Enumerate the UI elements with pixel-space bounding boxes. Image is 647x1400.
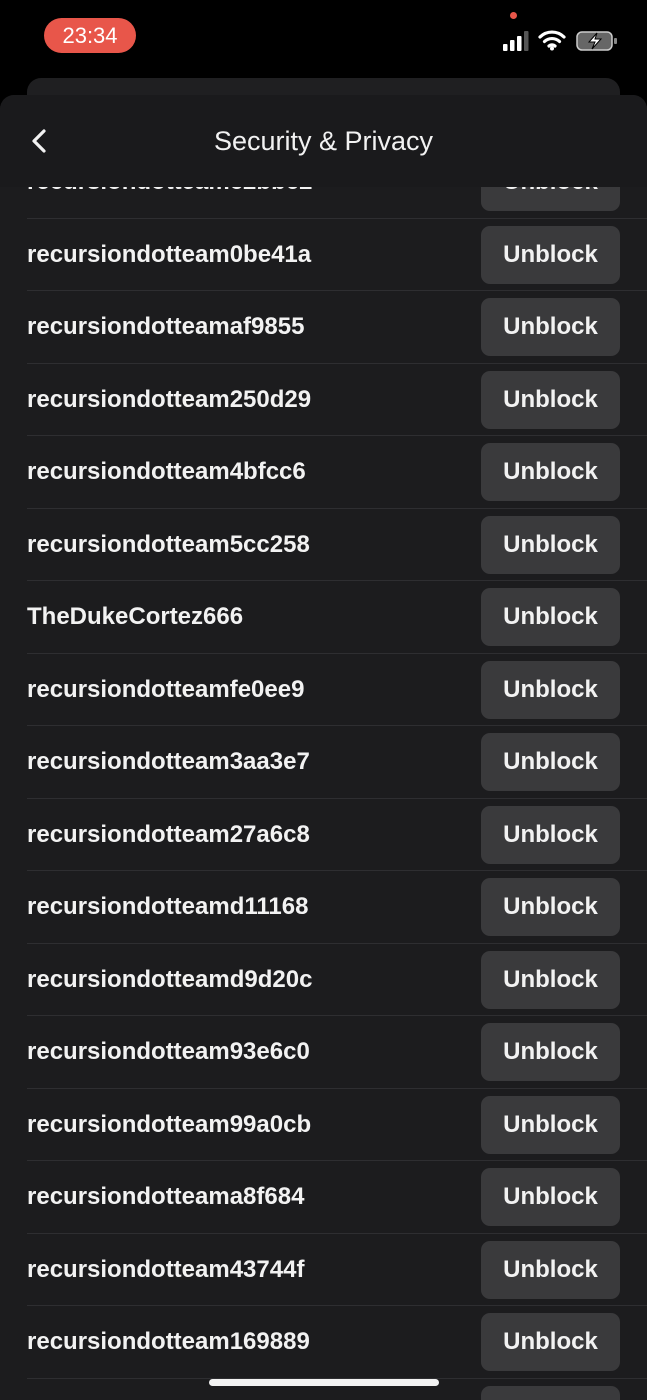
unblock-button[interactable]: Unblock [481, 225, 620, 284]
unblock-button[interactable]: Unblock [481, 805, 620, 864]
status-bar: 23:34 [0, 0, 647, 80]
blocked-user-row: recursiondotteam0be41a Unblock [0, 219, 647, 291]
blocked-username: recursiondotteamaf9855 [27, 313, 305, 340]
blocked-user-row: recursiondotteam169889 Unblock [0, 1306, 647, 1379]
unblock-button[interactable]: Unblock [481, 1095, 620, 1154]
blocked-username: recursiondotteam5cc258 [27, 530, 310, 558]
battery-charging-icon [576, 31, 617, 51]
security-privacy-sheet: recursiondotteamc2bb62Unblockrecursiondo… [0, 95, 647, 1400]
unblock-button[interactable]: Unblock [481, 1385, 620, 1400]
unblock-button[interactable]: Unblock [481, 950, 620, 1009]
blocked-user-row: recursiondotteama8f684 Unblock [0, 1161, 647, 1234]
blocked-username: recursiondotteamd9d20c [27, 965, 313, 993]
blocked-username: recursiondotteam27a6c8 [27, 820, 310, 848]
blocked-username: recursiondotteam3aa3e7 [27, 748, 310, 775]
blocked-username: recursiondotteam43744f [27, 1255, 305, 1283]
unblock-button[interactable]: Unblock [481, 1023, 620, 1081]
blocked-username: recursiondotteam169889 [27, 1328, 310, 1355]
unblock-button[interactable]: Unblock [481, 588, 620, 646]
blocked-username: TheDukeCortez666 [27, 603, 244, 630]
blocked-username: recursiondotteam0be41a [27, 240, 312, 268]
blocked-username: recursiondotteam93e6c0 [27, 1038, 310, 1065]
blocked-user-row: recursiondotteamaf9855 Unblock [0, 291, 647, 364]
blocked-username: recursiondotteamd11168 [27, 893, 309, 920]
unblock-button[interactable]: Unblock [481, 370, 620, 429]
blocked-username: recursiondotteamfe0ee9 [27, 675, 305, 703]
page-title: Security & Privacy [213, 126, 434, 156]
unblock-button[interactable]: Unblock [481, 878, 620, 936]
home-indicator[interactable] [209, 1379, 439, 1386]
cellular-signal-icon [503, 31, 529, 51]
blocked-user-row: recursiondotteam99a0cb Unblock [0, 1089, 647, 1161]
blocked-users-list[interactable]: recursiondotteamc2bb62Unblockrecursiondo… [0, 95, 647, 1400]
blocked-user-row: recursiondotteamd11168 Unblock [0, 871, 647, 944]
blocked-username: recursiondotteam99a0cb [27, 1110, 312, 1138]
blocked-user-row: recursiondotteam43744f Unblock [0, 1234, 647, 1306]
blocked-user-row: recursiondotteamfe0ee9 Unblock [0, 654, 647, 726]
blocked-user-row: recursiondotteam250d29 Unblock [0, 364, 647, 436]
blocked-username: recursiondotteam4bfcc6 [27, 458, 306, 485]
unblock-button[interactable]: Unblock [481, 443, 620, 501]
unblock-button[interactable]: Unblock [481, 660, 620, 719]
blocked-user-row: recursiondotteam93e6c0 Unblock [0, 1016, 647, 1089]
blocked-user-row: recursiondotteam5cc258 Unblock [0, 509, 647, 581]
unblock-button[interactable]: Unblock [481, 1168, 620, 1226]
blocked-user-row: recursiondotteam4bfcc6 Unblock [0, 436, 647, 509]
unblock-button[interactable]: Unblock [481, 733, 620, 791]
blocked-username: recursiondotteam250d29 [27, 385, 312, 413]
unblock-button[interactable]: Unblock [481, 1313, 620, 1371]
unblock-button[interactable]: Unblock [481, 1240, 620, 1299]
blocked-user-row: TheDukeCortez666 Unblock [0, 581, 647, 654]
blocked-user-row: recursiondotteamd9d20c Unblock [0, 944, 647, 1016]
blocked-user-row: recursiondotteam3aa3e7 Unblock [0, 726, 647, 799]
blocked-username: recursiondotteama8f684 [27, 1183, 305, 1210]
unblock-button[interactable]: Unblock [481, 515, 620, 574]
unblock-button[interactable]: Unblock [481, 298, 620, 356]
recording-indicator-icon [510, 12, 517, 19]
nav-header: Security & Privacy [0, 95, 647, 187]
wifi-icon [538, 30, 566, 51]
blocked-user-row: recursiondotteam27a6c8 Unblock [0, 799, 647, 871]
status-time[interactable]: 23:34 [44, 18, 136, 53]
